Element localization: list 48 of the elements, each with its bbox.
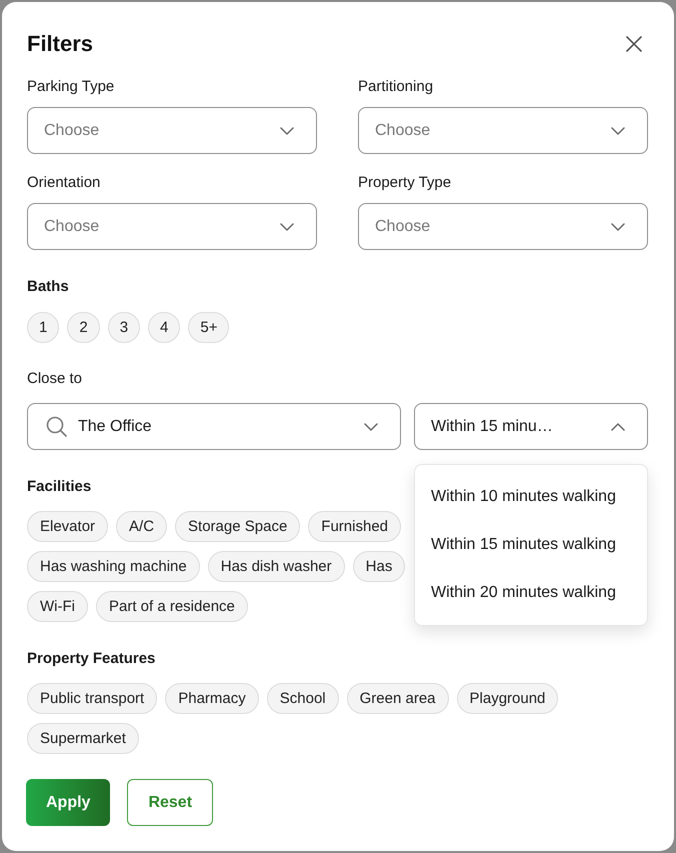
filter-chip[interactable]: Playground (456, 683, 558, 714)
chevron-icon (280, 126, 294, 134)
filter-chip[interactable]: Elevator (27, 511, 108, 542)
filter-chip[interactable]: Part of a residence (96, 591, 248, 622)
chevron-icon (611, 126, 625, 134)
chevron-icon (364, 422, 378, 430)
field-label: Orientation (27, 173, 100, 193)
filter-chip[interactable]: Pharmacy (165, 683, 259, 714)
menu-option[interactable]: Within 10 minutes walking (415, 473, 647, 521)
section-label: Property Features (27, 649, 156, 669)
filter-chip[interactable]: Furnished (308, 511, 401, 542)
search-icon (46, 416, 67, 437)
bath-option-chip[interactable]: 3 (108, 312, 140, 343)
filter-chip[interactable]: Storage Space (175, 511, 300, 542)
close-icon (626, 36, 642, 52)
place-search-field[interactable]: The Office (27, 403, 401, 450)
filter-chip[interactable]: Public transport (27, 683, 158, 714)
section-label: Close to (27, 369, 82, 389)
filter-chip[interactable]: Wi-Fi (27, 591, 88, 622)
dropdown-select[interactable]: Choose (358, 203, 648, 250)
filter-chip[interactable]: Supermarket (27, 723, 139, 754)
bath-option-chip[interactable]: 4 (148, 312, 180, 343)
dropdown-select[interactable]: Choose (27, 107, 317, 154)
dropdown-select[interactable]: Choose (358, 107, 648, 154)
filter-chip[interactable]: School (266, 683, 339, 714)
distance-select[interactable]: Within 15 minu… (414, 403, 648, 450)
filter-chip[interactable]: Has washing machine (27, 551, 200, 582)
menu-option[interactable]: Within 15 minutes walking (415, 521, 647, 569)
bath-option-chip[interactable]: 1 (27, 312, 60, 343)
field-label: Partitioning (358, 77, 434, 97)
filter-chip[interactable]: A/C (116, 511, 168, 542)
chevron-icon (611, 222, 625, 230)
section-label: Facilities (27, 477, 92, 497)
menu-option[interactable]: Within 20 minutes walking (415, 569, 647, 617)
chevron-icon (280, 222, 294, 230)
filter-chip[interactable]: Green area (346, 683, 449, 714)
filter-chip[interactable]: Has dish washer (208, 551, 345, 582)
section-label: Baths (27, 277, 69, 297)
apply-button[interactable]: Apply (26, 779, 110, 826)
chevron-icon (611, 422, 625, 430)
filter-chip[interactable]: Has (352, 551, 406, 582)
dialog-title: Filters (27, 30, 94, 58)
field-label: Property Type (358, 173, 452, 193)
reset-button[interactable]: Reset (127, 779, 214, 826)
bath-option-chip[interactable]: 5+ (188, 312, 230, 343)
bath-option-chip[interactable]: 2 (67, 312, 100, 343)
field-label: Parking Type (27, 77, 114, 97)
dropdown-select[interactable]: Choose (27, 203, 317, 250)
